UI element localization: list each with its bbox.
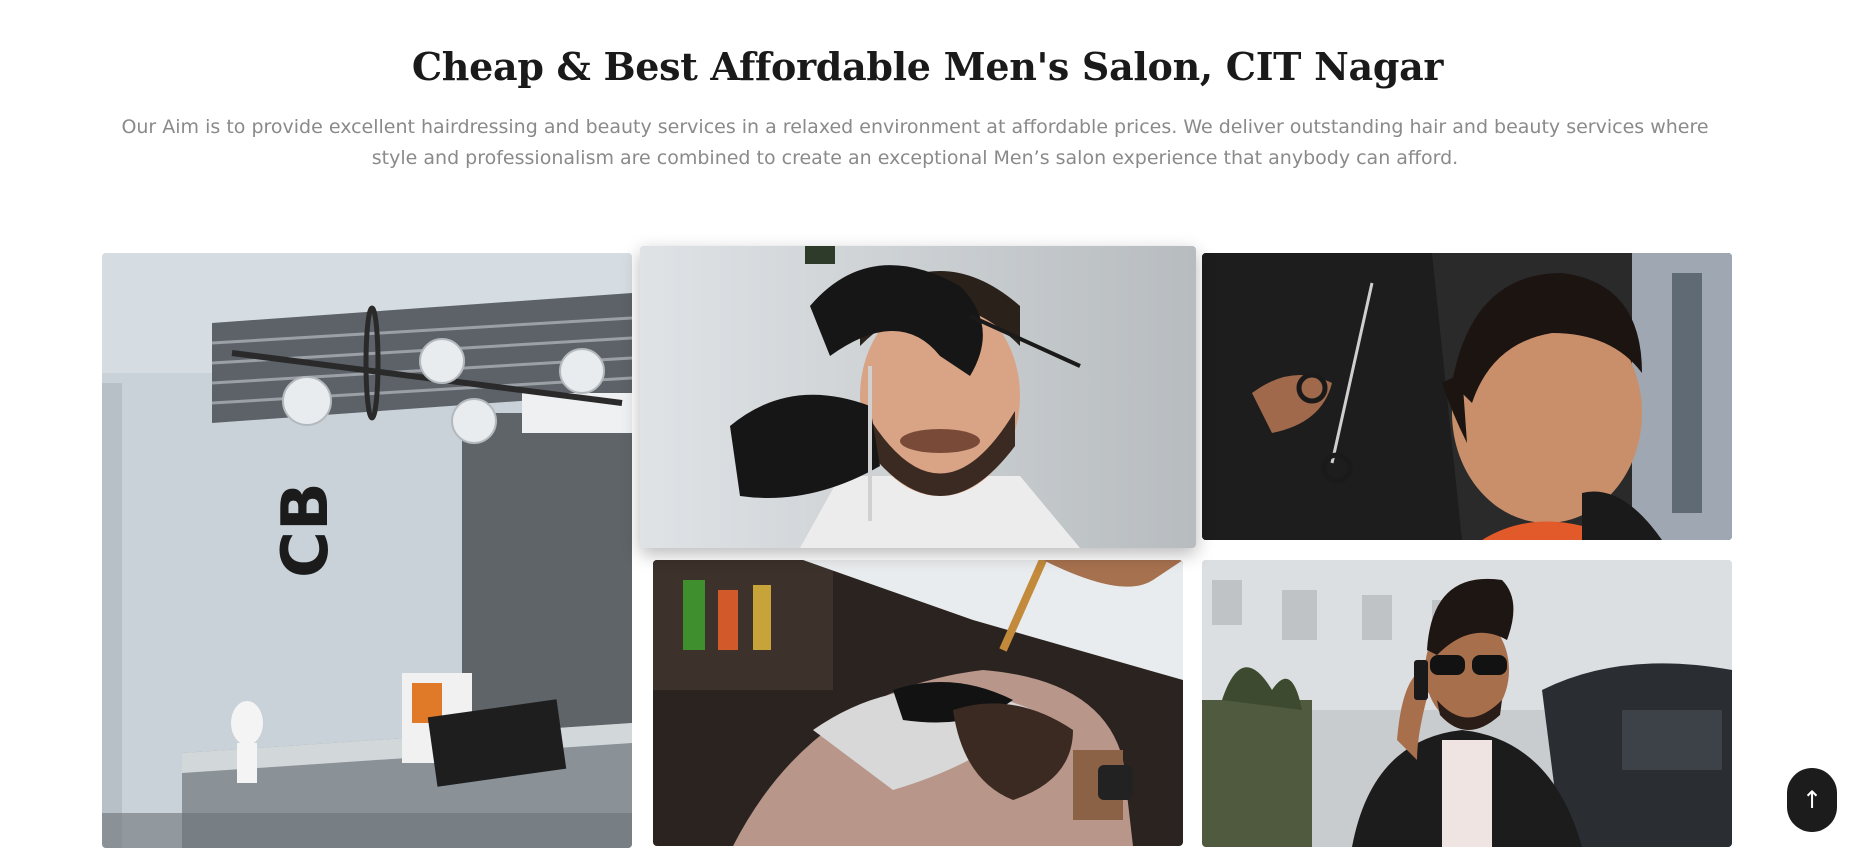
arrow-up-icon: ↑	[1801, 786, 1823, 814]
beard-trim-image	[640, 246, 1196, 548]
gallery-photo-kid-haircut[interactable]	[1202, 253, 1732, 540]
gallery-photo-beard-trim[interactable]	[640, 246, 1196, 548]
beard-dye-image	[653, 560, 1183, 846]
man-on-phone-image	[1202, 560, 1732, 847]
scroll-to-top-button[interactable]: ↑	[1787, 768, 1837, 832]
page-title: Cheap & Best Affordable Men's Salon, CIT…	[411, 44, 1444, 89]
kid-haircut-image	[1202, 253, 1732, 540]
section-description: Our Aim is to provide excellent hairdres…	[121, 116, 1709, 169]
salon-interior-image: CB	[102, 253, 632, 848]
gallery-photo-salon-interior[interactable]: CB	[102, 253, 632, 848]
gallery-photo-beard-dye[interactable]	[653, 560, 1183, 846]
gallery-photo-man-on-phone[interactable]	[1202, 560, 1732, 847]
salon-logo-text: CB	[269, 482, 343, 578]
